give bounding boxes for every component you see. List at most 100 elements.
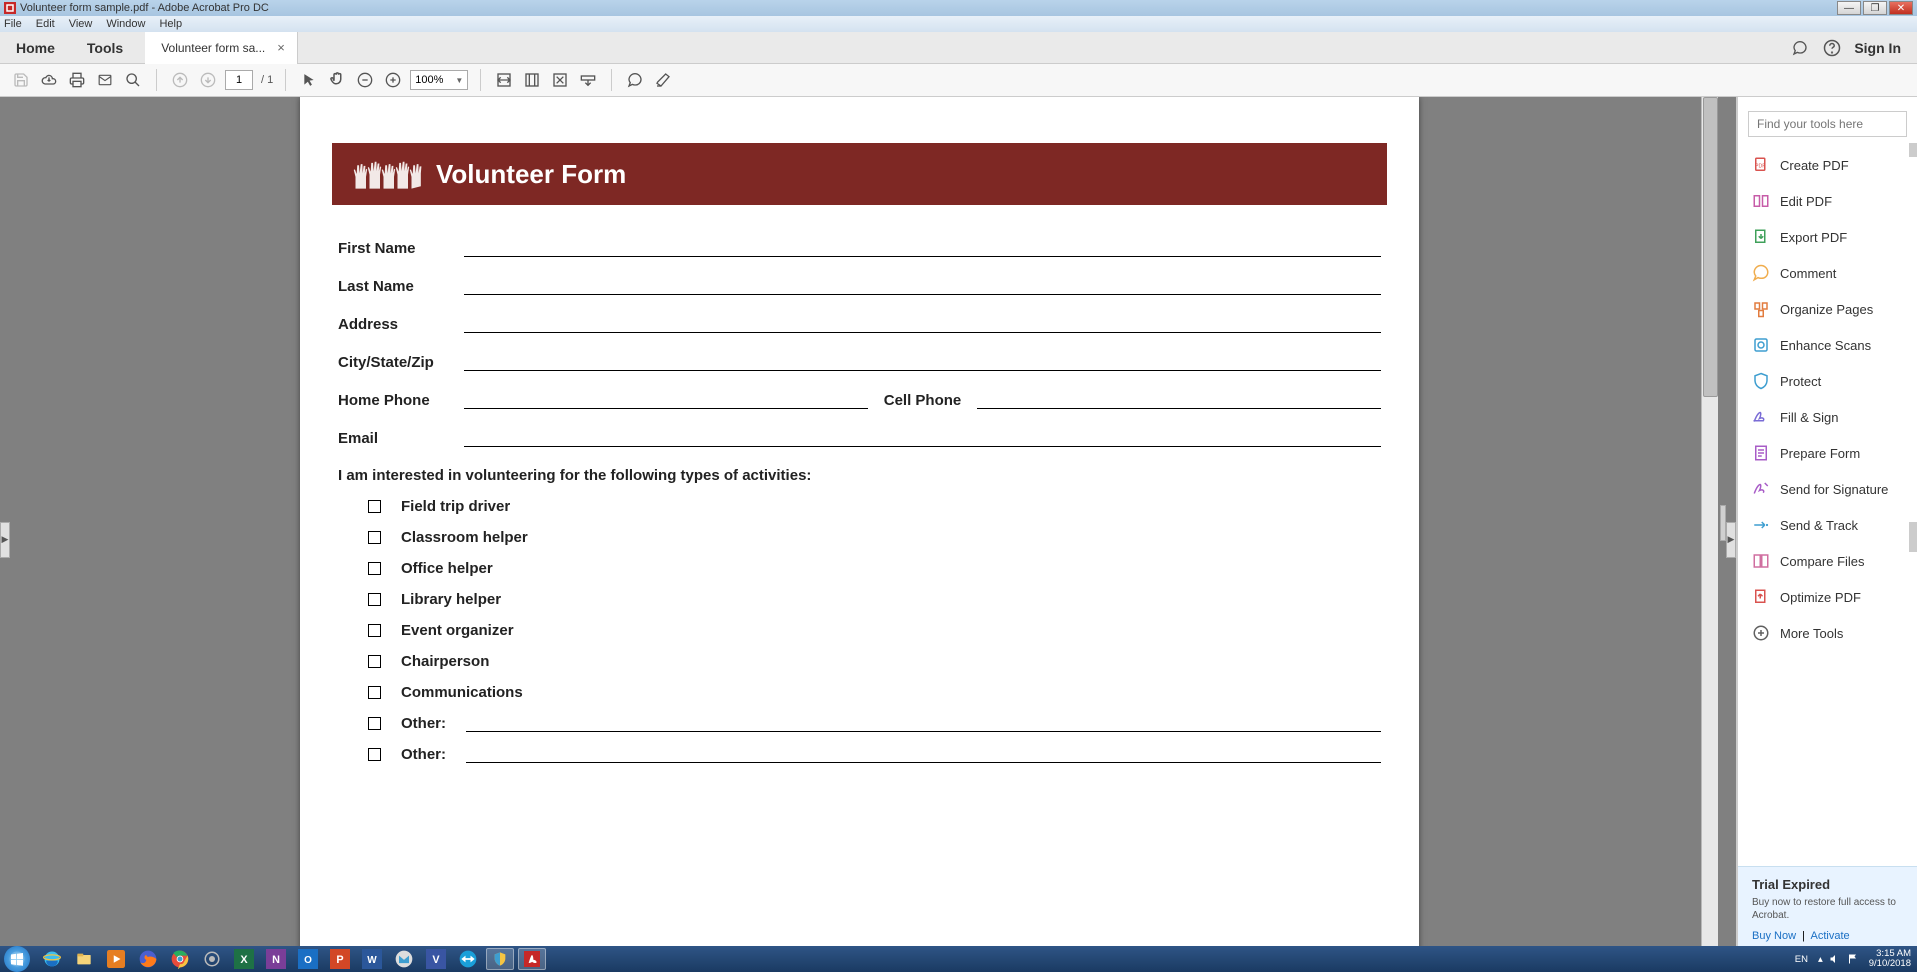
fit-width-icon[interactable]: [493, 69, 515, 91]
prev-page-icon[interactable]: [169, 69, 191, 91]
tool-create-pdf[interactable]: PDFCreate PDF: [1738, 147, 1917, 183]
help-icon[interactable]: [1822, 38, 1842, 58]
tool-fill-sign[interactable]: Fill & Sign: [1738, 399, 1917, 435]
optimize-pdf-icon: [1752, 588, 1770, 606]
save-icon[interactable]: [10, 69, 32, 91]
tool-export-pdf[interactable]: Export PDF: [1738, 219, 1917, 255]
tool-comment[interactable]: Comment: [1738, 255, 1917, 291]
activity-checkbox[interactable]: [368, 748, 381, 761]
scrollbar-thumb[interactable]: [1703, 97, 1718, 397]
taskbar-explorer-icon[interactable]: [70, 948, 98, 970]
menu-help[interactable]: Help: [159, 18, 182, 30]
taskbar-onenote-icon[interactable]: N: [262, 948, 290, 970]
document-tab[interactable]: Volunteer form sa... ×: [145, 32, 298, 64]
taskbar-security-icon[interactable]: [486, 948, 514, 970]
restore-button[interactable]: ❐: [1863, 1, 1887, 15]
tray-icons[interactable]: ▴: [1818, 953, 1859, 965]
buy-now-link[interactable]: Buy Now: [1752, 930, 1796, 942]
tool-more-tools[interactable]: More Tools: [1738, 615, 1917, 651]
read-mode-icon[interactable]: [577, 69, 599, 91]
taskbar-app-icon[interactable]: [198, 948, 226, 970]
taskbar-ie-icon[interactable]: [38, 948, 66, 970]
hands-icon: [352, 156, 422, 192]
right-panel-collapse[interactable]: ▶: [1726, 522, 1736, 558]
email-icon[interactable]: [94, 69, 116, 91]
activity-checkbox[interactable]: [368, 531, 381, 544]
print-icon[interactable]: [66, 69, 88, 91]
menu-view[interactable]: View: [69, 18, 93, 30]
activity-checkbox[interactable]: [368, 500, 381, 513]
tool-organize-pages[interactable]: Organize Pages: [1738, 291, 1917, 327]
activity-checkbox[interactable]: [368, 593, 381, 606]
tool-optimize-pdf[interactable]: Optimize PDF: [1738, 579, 1917, 615]
nav-tools[interactable]: Tools: [71, 32, 139, 64]
cloud-icon[interactable]: [38, 69, 60, 91]
zoom-combo[interactable]: 100%▼: [410, 70, 468, 90]
left-panel-expand[interactable]: ▶: [0, 522, 10, 558]
search-icon[interactable]: [122, 69, 144, 91]
tool-compare-files[interactable]: Compare Files: [1738, 543, 1917, 579]
hand-tool-icon[interactable]: [326, 69, 348, 91]
taskbar-teamviewer-icon[interactable]: [454, 948, 482, 970]
tray-chevron-up-icon[interactable]: ▴: [1818, 954, 1823, 965]
taskbar-media-icon[interactable]: [102, 948, 130, 970]
system-clock[interactable]: 3:15 AM 9/10/2018: [1869, 949, 1911, 970]
activity-label: Office helper: [401, 560, 493, 577]
tray-flag-icon[interactable]: [1847, 953, 1859, 965]
annotate-comment-icon[interactable]: [624, 69, 646, 91]
panel-scroll-up[interactable]: [1909, 143, 1917, 157]
sign-in-button[interactable]: Sign In: [1854, 40, 1901, 56]
tool-enhance-scans[interactable]: Enhance Scans: [1738, 327, 1917, 363]
close-tab-button[interactable]: ×: [277, 40, 285, 55]
menu-window[interactable]: Window: [106, 18, 145, 30]
taskbar-firefox-icon[interactable]: [134, 948, 162, 970]
activate-link[interactable]: Activate: [1811, 930, 1850, 942]
activity-checkbox[interactable]: [368, 562, 381, 575]
panel-scroll-handle[interactable]: [1909, 522, 1917, 552]
separator: [156, 69, 157, 91]
select-tool-icon[interactable]: [298, 69, 320, 91]
line-csz: [464, 353, 1381, 371]
comment-icon: [1752, 264, 1770, 282]
activity-checkbox[interactable]: [368, 686, 381, 699]
tool-send-track[interactable]: Send & Track: [1738, 507, 1917, 543]
language-indicator[interactable]: EN: [1795, 954, 1808, 965]
highlight-icon[interactable]: [652, 69, 674, 91]
menu-file[interactable]: File: [4, 18, 22, 30]
taskbar-thunderbird-icon[interactable]: [390, 948, 418, 970]
activity-checkbox[interactable]: [368, 655, 381, 668]
activity-checkbox[interactable]: [368, 717, 381, 730]
close-window-button[interactable]: ✕: [1889, 1, 1913, 15]
nav-home[interactable]: Home: [0, 32, 71, 64]
taskbar-chrome-icon[interactable]: [166, 948, 194, 970]
feedback-icon[interactable]: [1790, 38, 1810, 58]
taskbar-word-icon[interactable]: W: [358, 948, 386, 970]
page-number-input[interactable]: [225, 70, 253, 90]
tool-send-signature[interactable]: Send for Signature: [1738, 471, 1917, 507]
tool-label: Create PDF: [1780, 158, 1849, 173]
vertical-scrollbar[interactable]: [1701, 97, 1718, 946]
menu-edit[interactable]: Edit: [36, 18, 55, 30]
taskbar-outlook-icon[interactable]: O: [294, 948, 322, 970]
activity-checkbox[interactable]: [368, 624, 381, 637]
tool-edit-pdf[interactable]: Edit PDF: [1738, 183, 1917, 219]
minimize-button[interactable]: —: [1837, 1, 1861, 15]
tools-search-input[interactable]: [1748, 111, 1907, 137]
toolbar: / 1 100%▼: [0, 64, 1917, 97]
tool-label: Enhance Scans: [1780, 338, 1871, 353]
zoom-out-icon[interactable]: [354, 69, 376, 91]
zoom-in-icon[interactable]: [382, 69, 404, 91]
start-button[interactable]: [4, 946, 30, 972]
taskbar-acrobat-icon[interactable]: [518, 948, 546, 970]
fit-visible-icon[interactable]: [549, 69, 571, 91]
tool-protect[interactable]: Protect: [1738, 363, 1917, 399]
taskbar-visio-icon[interactable]: V: [422, 948, 450, 970]
taskbar-powerpoint-icon[interactable]: P: [326, 948, 354, 970]
fit-page-icon[interactable]: [521, 69, 543, 91]
activity-item-1: Classroom helper: [368, 529, 1381, 546]
taskbar-excel-icon[interactable]: X: [230, 948, 258, 970]
tool-prepare-form[interactable]: Prepare Form: [1738, 435, 1917, 471]
tray-volume-icon[interactable]: [1829, 953, 1841, 965]
next-page-icon[interactable]: [197, 69, 219, 91]
activity-item-5: Chairperson: [368, 653, 1381, 670]
